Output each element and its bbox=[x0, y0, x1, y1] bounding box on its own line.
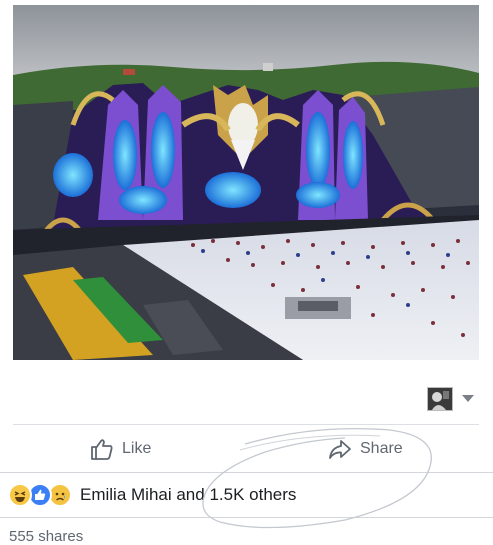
divider bbox=[0, 472, 493, 473]
divider bbox=[13, 424, 479, 425]
share-arrow-icon bbox=[329, 440, 351, 459]
reactions-summary[interactable]: Emilia Mihai and 1.5K others bbox=[8, 482, 296, 508]
haha-icon bbox=[8, 483, 32, 507]
chevron-down-icon[interactable] bbox=[462, 395, 474, 402]
post-actor-row bbox=[0, 375, 493, 420]
like-label: Like bbox=[122, 440, 152, 457]
thumbs-up-icon bbox=[91, 439, 113, 460]
hand-drawn-ellipse bbox=[202, 427, 432, 529]
profile-thumbnail-icon[interactable] bbox=[427, 387, 453, 411]
share-button[interactable]: Share bbox=[328, 432, 403, 466]
post-photo[interactable] bbox=[13, 5, 479, 360]
reaction-names[interactable]: Emilia Mihai and 1.5K others bbox=[80, 485, 296, 505]
festival-stage-image bbox=[13, 5, 479, 360]
share-label: Share bbox=[360, 440, 403, 457]
divider bbox=[0, 517, 493, 518]
like-button[interactable]: Like bbox=[90, 432, 151, 466]
shares-count[interactable]: 555 shares bbox=[9, 528, 83, 545]
